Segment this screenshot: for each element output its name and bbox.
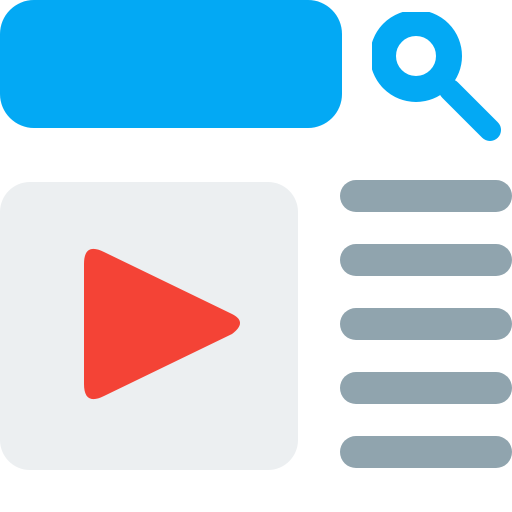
text-line-3 [340,308,512,340]
play-icon [84,248,240,400]
text-line-2 [340,244,512,276]
text-line-5 [340,436,512,468]
search-icon [370,10,501,141]
play-button[interactable] [78,246,248,406]
text-lines [340,180,512,472]
text-line-1 [340,180,512,212]
search-input[interactable] [0,0,342,128]
text-line-4 [340,372,512,404]
search-button[interactable] [370,10,512,152]
